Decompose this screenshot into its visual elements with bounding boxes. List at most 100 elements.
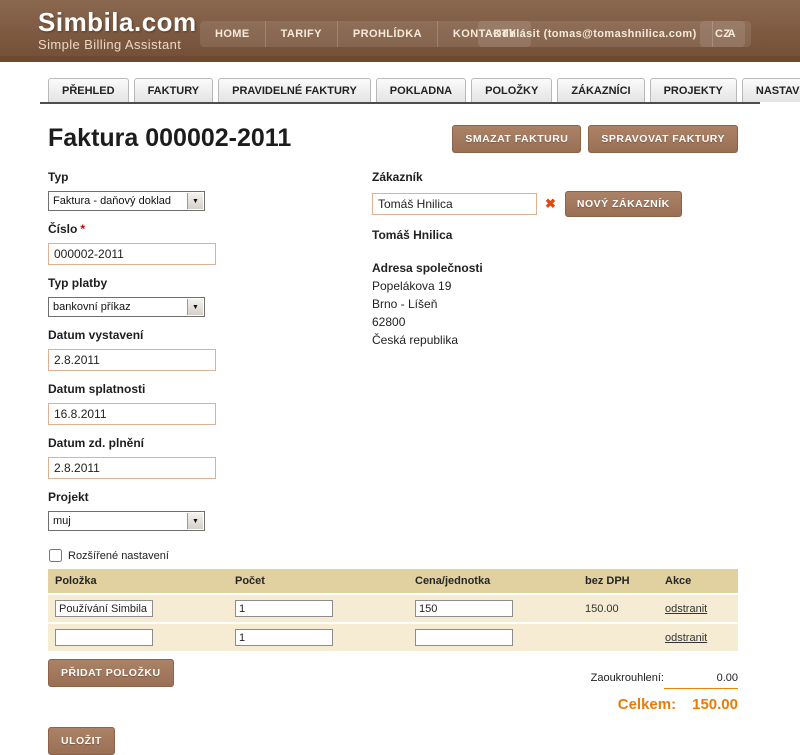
logo-title: Simbila.com — [38, 8, 197, 36]
table-row: odstranit — [48, 623, 738, 651]
header-cena-jednotka: Cena/jednotka — [408, 569, 578, 594]
tab-pravidelne-faktury[interactable]: PRAVIDELNÉ FAKTURY — [218, 78, 371, 102]
zakaznik-label: Zákazník — [372, 170, 738, 184]
address-line: Popelákova 19 — [372, 279, 738, 293]
cislo-label: Číslo* — [48, 222, 372, 236]
invoice-page: Faktura 000002-2011 SMAZAT FAKTURU SPRAV… — [48, 124, 738, 755]
item-name-input[interactable] — [55, 600, 153, 617]
advanced-settings-label: Rozšířené nastavení — [68, 550, 169, 562]
remove-item-link[interactable]: odstranit — [665, 603, 707, 615]
datum-vystaveni-input[interactable] — [48, 349, 216, 371]
table-row: 150.00 odstranit — [48, 594, 738, 623]
cell-polozka — [48, 623, 228, 651]
tab-zakaznici[interactable]: ZÁKAZNÍCI — [557, 78, 644, 102]
totals-block: Zaoukrouhlení: 0.00 Celkem: 150.00 — [591, 672, 738, 713]
address-line: 62800 — [372, 315, 738, 329]
invoice-form: Typ Faktura - daňový doklad ▼ Číslo* Typ… — [48, 159, 738, 562]
header-polozka: Položka — [48, 569, 228, 594]
title-buttons: SMAZAT FAKTURU SPRAVOVAT FAKTURY — [452, 125, 738, 153]
cell-cena — [408, 623, 578, 651]
remove-item-link[interactable]: odstranit — [665, 632, 707, 644]
required-asterisk: * — [80, 222, 85, 236]
typ-select[interactable]: Faktura - daňový doklad ▼ — [48, 191, 205, 211]
projekt-select[interactable]: muj ▼ — [48, 511, 205, 531]
typ-select-value: Faktura - daňový doklad — [53, 195, 171, 207]
nav-home[interactable]: HOME — [200, 21, 266, 47]
datum-vystaveni-label: Datum vystavení — [48, 328, 372, 342]
address-line: Brno - Líšeň — [372, 297, 738, 311]
manage-invoices-button[interactable]: SPRAVOVAT FAKTURY — [588, 125, 738, 153]
item-price-input[interactable] — [415, 600, 513, 617]
header-pocet: Počet — [228, 569, 408, 594]
tab-pokladna[interactable]: POKLADNA — [376, 78, 466, 102]
table-header-row: Položka Počet Cena/jednotka bez DPH Akce — [48, 569, 738, 594]
field-datum-splatnosti: Datum splatnosti — [48, 382, 372, 425]
cell-akce: odstranit — [658, 623, 738, 651]
page-title: Faktura 000002-2011 — [48, 124, 291, 153]
item-name-input[interactable] — [55, 629, 153, 646]
field-typ-platby: Typ platby bankovní příkaz ▼ — [48, 276, 372, 317]
item-price-input[interactable] — [415, 629, 513, 646]
chevron-down-icon: ▼ — [187, 193, 203, 209]
zakaznik-input[interactable] — [372, 193, 537, 215]
rounding-row: Zaoukrouhlení: 0.00 — [591, 672, 738, 689]
remove-customer-icon[interactable]: ✖ — [545, 196, 556, 212]
add-item-button[interactable]: PŘIDAT POLOŽKU — [48, 659, 174, 687]
field-datum-zd-plneni: Datum zd. plnění — [48, 436, 372, 479]
tab-bar: PŘEHLED FAKTURY PRAVIDELNÉ FAKTURY POKLA… — [40, 78, 760, 104]
datum-zd-plneni-input[interactable] — [48, 457, 216, 479]
item-quantity-input[interactable] — [235, 629, 333, 646]
tab-prehled[interactable]: PŘEHLED — [48, 78, 129, 102]
lang-cz-button[interactable]: CZ — [700, 21, 745, 47]
typ-platby-select-value: bankovní příkaz — [53, 301, 131, 313]
customer-row: ✖ NOVÝ ZÁKAZNÍK — [372, 191, 738, 217]
typ-label: Typ — [48, 170, 372, 184]
cell-cena — [408, 594, 578, 623]
new-customer-button[interactable]: NOVÝ ZÁKAZNÍK — [565, 191, 682, 217]
address-line: Česká republika — [372, 333, 738, 347]
delete-invoice-button[interactable]: SMAZAT FAKTURU — [452, 125, 581, 153]
rounding-value: 0.00 — [664, 672, 738, 689]
cell-polozka — [48, 594, 228, 623]
logout-link[interactable]: Odhlásit (tomas@tomashnilica.com) — [478, 21, 713, 47]
field-cislo: Číslo* — [48, 222, 372, 265]
cell-pocet — [228, 623, 408, 651]
invoice-items-table: Položka Počet Cena/jednotka bez DPH Akce… — [48, 569, 738, 651]
cell-pocet — [228, 594, 408, 623]
customer-name: Tomáš Hnilica — [372, 228, 738, 242]
tab-polozky[interactable]: POLOŽKY — [471, 78, 552, 102]
logo[interactable]: Simbila.com Simple Billing Assistant — [38, 8, 197, 52]
tab-faktury[interactable]: FAKTURY — [134, 78, 214, 102]
total-row: Celkem: 150.00 — [591, 696, 738, 713]
save-row: ULOŽIT — [48, 727, 738, 755]
tab-projekty[interactable]: PROJEKTY — [650, 78, 737, 102]
typ-platby-label: Typ platby — [48, 276, 372, 290]
cislo-input[interactable] — [48, 243, 216, 265]
app-header: Simbila.com Simple Billing Assistant HOM… — [0, 0, 800, 62]
datum-splatnosti-input[interactable] — [48, 403, 216, 425]
field-typ: Typ Faktura - daňový doklad ▼ — [48, 170, 372, 211]
nav-tarify[interactable]: TARIFY — [266, 21, 338, 47]
advanced-settings-row: Rozšířené nastavení — [48, 549, 372, 562]
total-label: Celkem: — [618, 696, 676, 713]
advanced-settings-checkbox[interactable] — [49, 549, 62, 562]
company-address-title: Adresa společnosti — [372, 261, 738, 275]
tab-nastaveni[interactable]: NASTAVENÍ — [742, 78, 800, 102]
chevron-down-icon: ▼ — [187, 513, 203, 529]
header-bez-dph: bez DPH — [578, 569, 658, 594]
table-actions: PŘIDAT POLOŽKU Zaoukrouhlení: 0.00 Celke… — [48, 659, 738, 713]
field-zakaznik: Zákazník ✖ NOVÝ ZÁKAZNÍK — [372, 170, 738, 217]
datum-zd-plneni-label: Datum zd. plnění — [48, 436, 372, 450]
typ-platby-select[interactable]: bankovní příkaz ▼ — [48, 297, 205, 317]
projekt-select-value: muj — [53, 515, 71, 527]
nav-prohlidka[interactable]: PROHLÍDKA — [338, 21, 438, 47]
cell-bez-dph: 150.00 — [578, 594, 658, 623]
language-switch: CZ — [700, 21, 745, 47]
header-akce: Akce — [658, 569, 738, 594]
save-button[interactable]: ULOŽIT — [48, 727, 115, 755]
chevron-down-icon: ▼ — [187, 299, 203, 315]
item-quantity-input[interactable] — [235, 600, 333, 617]
cislo-label-text: Číslo — [48, 222, 77, 236]
customer-column: Zákazník ✖ NOVÝ ZÁKAZNÍK Tomáš Hnilica A… — [372, 159, 738, 562]
logo-subtitle: Simple Billing Assistant — [38, 37, 197, 52]
